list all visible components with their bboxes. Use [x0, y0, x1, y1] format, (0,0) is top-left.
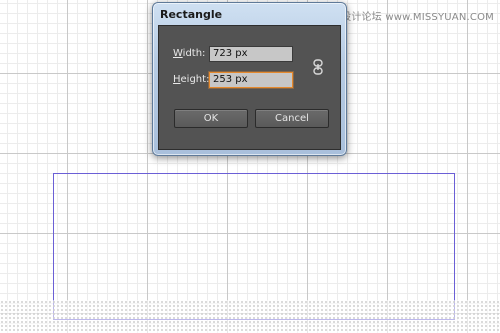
- dialog-body: Width: 723 px Height: 253 px OK Cancel: [158, 25, 341, 150]
- height-field[interactable]: 253 px: [209, 72, 293, 88]
- height-label: Height:: [173, 74, 210, 85]
- transparency-strip: [0, 300, 500, 333]
- dialog-title: Rectangle: [160, 8, 223, 21]
- chain-link-icon[interactable]: [312, 59, 324, 75]
- rectangle-shape[interactable]: [53, 173, 455, 320]
- width-field[interactable]: 723 px: [209, 46, 293, 62]
- width-label: Width:: [173, 48, 206, 59]
- cancel-button[interactable]: Cancel: [255, 109, 329, 128]
- ok-button[interactable]: OK: [174, 109, 248, 128]
- rectangle-dialog: Rectangle Width: 723 px Height: 253 px O…: [152, 2, 347, 156]
